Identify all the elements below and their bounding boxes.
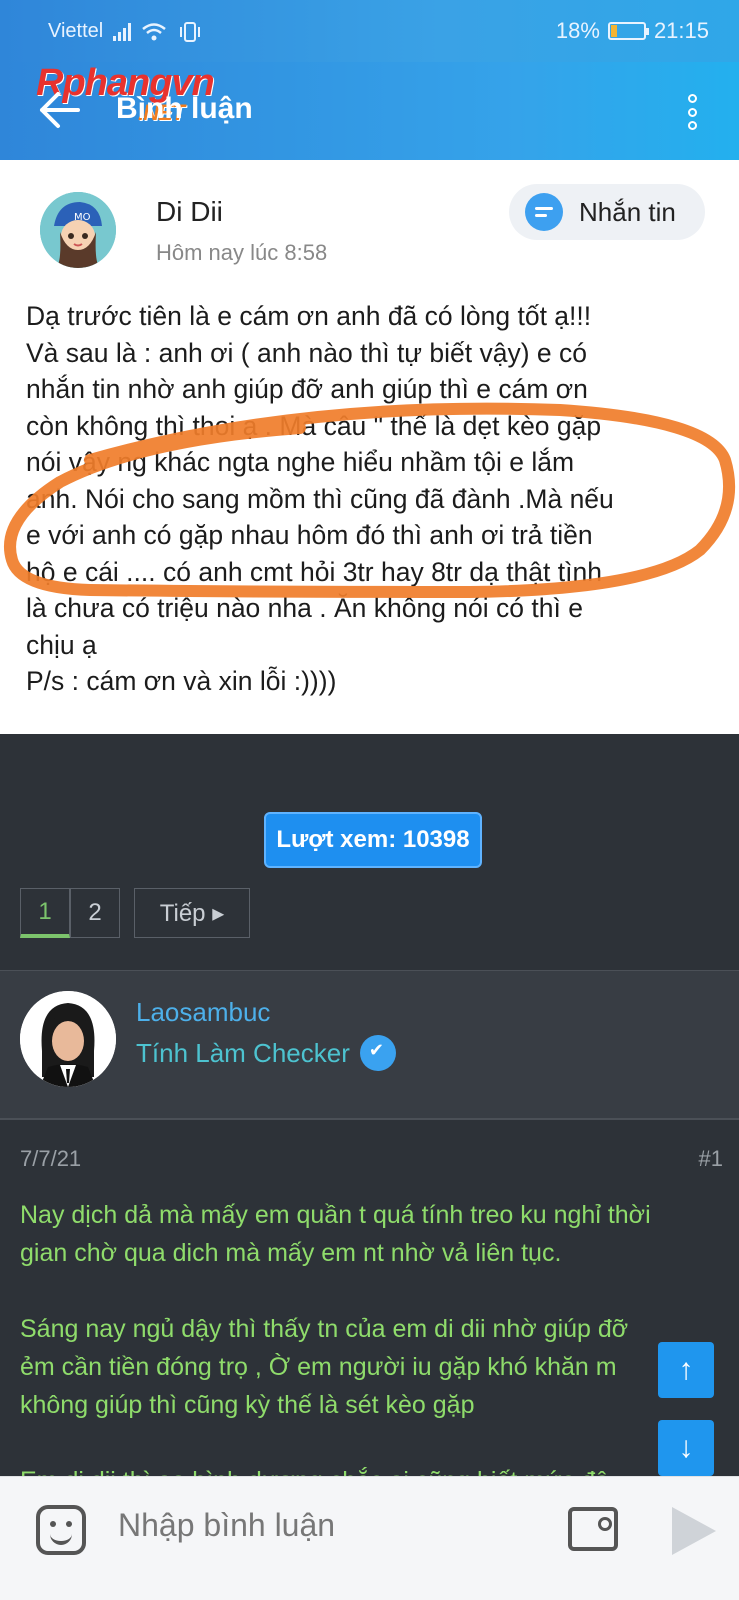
emoji-icon[interactable] [36, 1505, 86, 1555]
comment-input[interactable]: Nhập bình luận [118, 1507, 335, 1544]
comment-line: P/s : cám ơn và xin lỗi :)))) [26, 666, 337, 696]
status-bar: Viettel 18% 21:15 [0, 0, 739, 62]
comment-card: MO Di Dii Hôm nay lúc 8:58 Nhắn tin Dạ t… [0, 160, 739, 734]
comment-line: nói vậy ng khác ngta nghe hiểu nhầm tội … [26, 447, 575, 477]
avatar[interactable] [20, 991, 116, 1087]
battery-percent: 18% [555, 18, 600, 43]
comment-line: Dạ trước tiên là e cám ơn anh đã có lòng… [26, 301, 592, 331]
comment-line: e với anh có gặp nhau hôm đó thì anh ơi … [26, 520, 593, 550]
post-line: không giúp thì cũng kỳ thế là sét kèo gặ… [20, 1391, 475, 1419]
clock: 21:15 [653, 18, 709, 43]
user-role: Tính Làm Checker [136, 1035, 396, 1071]
comment-body: Dạ trước tiên là e cám ơn anh đã có lòng… [26, 298, 726, 700]
scroll-down-button[interactable]: ↓ [658, 1420, 714, 1476]
post-line: Nay dịch dả mà mấy em quần t quá tính tr… [20, 1201, 651, 1229]
page-1-button[interactable]: 1 [20, 888, 70, 938]
message-button[interactable]: Nhắn tin [509, 184, 705, 240]
image-attach-icon[interactable] [568, 1507, 618, 1551]
author-name[interactable]: Di Dii [156, 196, 223, 228]
comment-line: hộ e cái .... có anh cmt hỏi 3tr hay 8tr… [26, 556, 602, 587]
page-2-button[interactable]: 2 [70, 888, 120, 938]
comment-line: còn không thì thoi ạ . Mà câu " thế là d… [26, 410, 602, 441]
send-icon[interactable] [672, 1507, 716, 1555]
post-line: Sáng nay ngủ dậy thì thấy tn của em di d… [20, 1315, 629, 1343]
page-title: Bình luận [116, 92, 253, 125]
verified-badge-icon [359, 1035, 396, 1071]
avatar[interactable]: MO [40, 192, 116, 268]
forum-username[interactable]: Laosambuc [136, 997, 270, 1028]
post-line: gian chờ qua dich mà mấy em nt nhờ vả li… [20, 1239, 562, 1267]
wifi-icon [142, 22, 167, 40]
pagination: 1 2 Tiếp ▸ [20, 888, 250, 938]
post-date: 7/7/21 [20, 1146, 82, 1171]
battery-icon [607, 22, 649, 40]
view-count-badge: Lượt xem: 10398 [264, 812, 482, 868]
chat-icon [525, 193, 563, 231]
post-time: Hôm nay lúc 8:58 [156, 240, 328, 265]
comment-composer: Nhập bình luận [0, 1476, 739, 1600]
forum-user-header: Laosambuc Tính Làm Checker [0, 970, 739, 1120]
vibrate-icon [180, 21, 201, 42]
comment-line: là chưa có triệu nào nha . Ăn không nói … [26, 593, 583, 623]
signal-icon [113, 22, 132, 41]
forum-post-body: Nay dịch dả mà mấy em quần t quá tính tr… [20, 1196, 720, 1500]
comment-line: Và sau là : anh ơi ( anh nào thì tự biết… [26, 337, 588, 368]
back-arrow-icon[interactable] [36, 90, 80, 130]
post-line: ẻm cần tiền đóng trọ , Ờ em người iu gặp… [20, 1353, 617, 1381]
app-bar: Rphangvn .NET Bình luận [0, 62, 739, 160]
more-menu-icon[interactable] [685, 94, 699, 130]
scroll-up-button[interactable]: ↑ [658, 1342, 714, 1398]
comment-line: nhắn tin nhờ anh giúp đỡ anh giúp thì e … [26, 374, 588, 404]
carrier-label: Viettel [48, 20, 104, 42]
comment-line: chịu ạ [26, 629, 97, 660]
next-page-button[interactable]: Tiếp ▸ [134, 888, 250, 938]
post-number[interactable]: #1 [699, 1146, 723, 1172]
comment-line: anh. Nói cho sang mồm thì cũng đã đành .… [26, 483, 614, 514]
